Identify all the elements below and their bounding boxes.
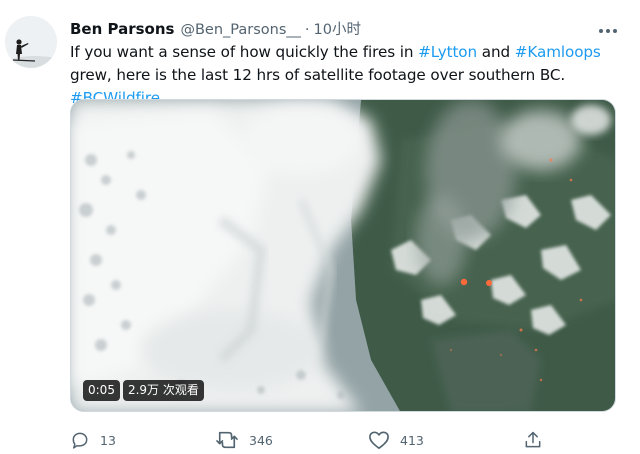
tweet-text-part: and (477, 43, 515, 61)
author-name[interactable]: Ben Parsons (70, 20, 174, 38)
like-button[interactable]: 413 (368, 428, 424, 452)
separator-dot: · (304, 22, 310, 38)
tweet-text-part: If you want a sense of how quickly the f… (70, 43, 419, 61)
video-overlay: 0:05 2.9万 次观看 (83, 380, 204, 401)
hashtag-link[interactable]: #Lytton (418, 43, 477, 61)
timestamp[interactable]: 10小时 (314, 18, 361, 39)
satellite-video-frame (71, 100, 615, 411)
reply-button[interactable]: 13 (70, 428, 116, 452)
reply-count: 13 (100, 432, 116, 448)
more-button[interactable] (594, 14, 622, 42)
like-icon (368, 430, 390, 450)
avatar[interactable] (5, 16, 57, 68)
share-button[interactable] (523, 428, 543, 452)
retweet-button[interactable]: 346 (215, 428, 273, 452)
like-count: 413 (400, 432, 424, 448)
video-view-count: 2.9万 次观看 (122, 380, 204, 401)
hashtag-link[interactable]: #Kamloops (515, 43, 601, 61)
tweet-text-part: grew, here is the last 12 hrs of satelli… (70, 66, 566, 84)
author-handle[interactable]: @Ben_Parsons__ (180, 22, 300, 38)
reply-icon (70, 430, 90, 450)
tweet-header: Ben Parsons @Ben_Parsons__ · 10小时 (70, 18, 361, 42)
video-player[interactable] (70, 99, 616, 412)
video-elapsed-time: 0:05 (83, 380, 120, 401)
retweet-count: 346 (249, 432, 273, 448)
tweet: Ben Parsons @Ben_Parsons__ · 10小时 If you… (0, 0, 640, 454)
share-icon (523, 430, 543, 450)
more-icon (598, 19, 618, 38)
action-bar: 13 346 413 (70, 428, 630, 452)
retweet-icon (215, 430, 239, 450)
